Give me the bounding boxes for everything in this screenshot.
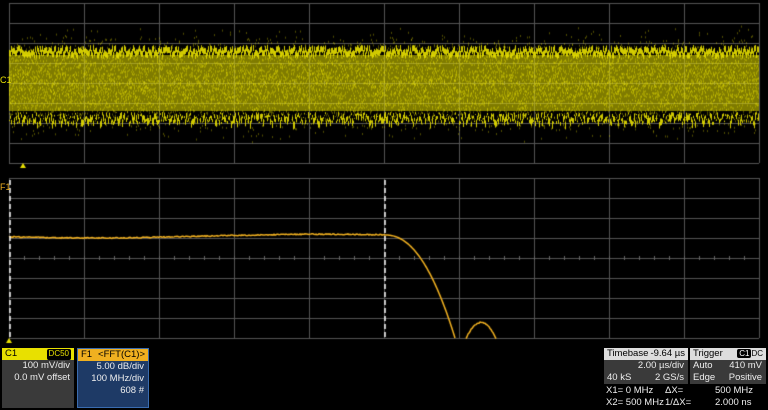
timebase-delay: -9.64 µs (650, 348, 685, 360)
cursor-dx-label: ΔX= (665, 385, 683, 397)
timebase-samples: 40 kS (607, 372, 631, 384)
trigger-label: Trigger (693, 348, 723, 360)
trigger-panel[interactable]: Trigger C1 DC Auto 410 mV Edge Positive (690, 348, 766, 384)
f1-hdiv: 100 MHz/div (78, 373, 148, 385)
timebase-label: Timebase (607, 348, 648, 360)
cursor-inv-dx-label: 1/ΔX= (665, 397, 691, 409)
cursor-x1: X1= 0 MHz (606, 385, 653, 397)
c1-channel-panel[interactable]: C1 DC50 100 mV/div 0.0 mV offset (2, 348, 74, 408)
trigger-coupling: DC (751, 349, 763, 358)
timebase-panel[interactable]: Timebase -9.64 µs 2.00 µs/div 40 kS 2 GS… (604, 348, 688, 384)
trigger-slope: Positive (729, 372, 762, 384)
c1-trace-marker[interactable]: C1 (0, 75, 12, 85)
f1-count: 608 # (78, 385, 148, 397)
timebase-tdiv: 2.00 µs/div (604, 360, 688, 372)
oscilloscope-display[interactable] (0, 0, 768, 345)
trigger-source: C1 (737, 349, 751, 358)
c1-label: C1 (5, 348, 17, 360)
f1-trace-marker[interactable]: F1 (0, 182, 11, 192)
c1-vdiv: 100 mV/div (2, 360, 74, 372)
trigger-mode: Auto (693, 360, 713, 372)
f1-vdiv: 5.00 dB/div (78, 361, 148, 373)
trigger-level: 410 mV (729, 360, 762, 372)
cursor-inv-dx-value: 2.000 ns (715, 397, 751, 409)
c1-offset: 0.0 mV offset (2, 372, 74, 384)
cursor-dx-value: 500 MHz (715, 385, 753, 397)
f1-math-panel[interactable]: F1 <FFT(C1)> 5.00 dB/div 100 MHz/div 608… (77, 348, 149, 408)
f1-function: <FFT(C1)> (98, 349, 145, 361)
cursor-x2: X2= 500 MHz (606, 397, 664, 409)
coupling-badge: DC50 (47, 349, 71, 360)
trigger-type: Edge (693, 372, 715, 384)
f1-label: F1 (81, 349, 92, 361)
timebase-rate: 2 GS/s (655, 372, 684, 384)
